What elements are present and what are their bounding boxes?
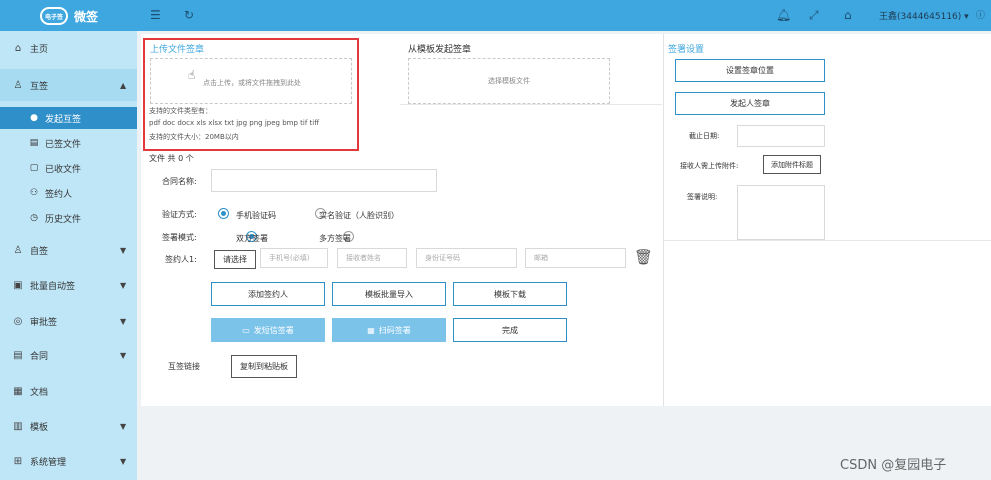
template-icon: ▥ [13, 420, 23, 432]
caret-down-icon: ▼ [120, 421, 127, 431]
verify-face-label: 实名验证（人脸识别） [319, 211, 399, 220]
sidebar-item-contract[interactable]: ▤ 合同 ▼ [0, 343, 137, 367]
sidebar-item-template[interactable]: ▥ 模板 ▼ [0, 414, 137, 438]
mode-label: 签署模式: [162, 233, 197, 242]
users-icon: ⚇ [29, 188, 39, 198]
file-count: 文件 共 0 个 [149, 154, 194, 163]
initiator-sign-button[interactable]: 发起人签章 [675, 92, 825, 115]
sidebar-sub-signers[interactable]: ⚇ 签约人 [0, 183, 137, 203]
contract-name-input[interactable] [211, 169, 437, 192]
batch-import-button[interactable]: 模板批量导入 [332, 282, 446, 306]
top-bar: 电子签 微签 ☰ ↻ 🔔︎ ⤢ ⌂ 王鑫(3444645116) ▾ ⓘ [0, 0, 991, 31]
done-button[interactable]: 完成 [453, 318, 567, 342]
id-number-input[interactable]: 身份证号码 [416, 248, 517, 268]
attach-label: 接收人需上传附件: [680, 162, 739, 170]
sidebar-item-document[interactable]: ▦ 文档 [0, 379, 137, 403]
info-icon[interactable]: ⓘ [976, 9, 985, 23]
seal-icon: ♙ [13, 79, 23, 91]
menu-toggle-icon[interactable]: ☰ [150, 8, 161, 22]
add-attachment-button[interactable]: 添加附件标题 [763, 155, 821, 174]
user-icon: ● [30, 113, 38, 123]
signer-label: 签约人1: [165, 255, 197, 264]
sidebar-sub-received-files[interactable]: ▢ 已收文件 [0, 158, 137, 178]
sidebar-item-self-sign[interactable]: ♙ 自签 ▼ [0, 238, 137, 262]
mode-two-party-label: 双方签署 [236, 234, 268, 243]
caret-down-icon: ▼ [120, 456, 127, 466]
batch-icon: ▣ [13, 279, 23, 291]
sidebar-item-home[interactable]: ⌂ 主页 [0, 36, 137, 60]
choose-signer-button[interactable]: 请选择 [214, 250, 256, 269]
settings-title: 签署设置 [668, 45, 705, 55]
verify-label: 验证方式: [162, 210, 197, 219]
template-download-button[interactable]: 模板下载 [453, 282, 567, 306]
note-textarea[interactable] [737, 185, 825, 240]
receiver-name-input[interactable]: 接收者姓名 [337, 248, 407, 268]
caret-up-icon: ▲ [120, 80, 127, 90]
document-icon: ▤ [29, 138, 39, 148]
caret-down-icon: ▼ [120, 245, 127, 255]
template-select[interactable]: 选择模板文件 [408, 58, 610, 104]
sidebar-sub-signed-files[interactable]: ▤ 已签文件 [0, 133, 137, 153]
email-input[interactable]: 邮箱 [525, 248, 626, 268]
highlight-box [143, 38, 359, 151]
logo-icon: 电子签 [40, 7, 68, 25]
sidebar-item-system[interactable]: ⊞ 系统管理 ▼ [0, 449, 137, 473]
sidebar-sub-initiate[interactable]: ● 发起互签 [0, 107, 137, 129]
copy-link-button[interactable]: 复制到粘贴板 [231, 355, 297, 378]
caret-down-icon: ▼ [120, 350, 127, 360]
sms-sign-button[interactable]: ▭ 发短信签署 [211, 318, 325, 342]
refresh-icon[interactable]: ↻ [184, 8, 194, 22]
link-label: 互签链接 [168, 362, 200, 371]
qr-icon: ▦ [367, 325, 375, 335]
contract-name-label: 合同名称: [162, 177, 197, 186]
deadline-label: 截止日期: [689, 132, 720, 140]
logo-text: 微签 [74, 9, 99, 24]
sidebar-item-mutual-sign[interactable]: ♙ 互签 ▲ [0, 69, 137, 101]
user-menu[interactable]: 王鑫(3444645116) ▾ [879, 9, 969, 22]
set-position-button[interactable]: 设置签章位置 [675, 59, 825, 82]
logo[interactable]: 电子签 微签 [40, 6, 98, 26]
sms-icon: ▭ [242, 325, 250, 335]
grid-icon: ⊞ [13, 455, 23, 467]
verify-sms-radio[interactable] [218, 208, 229, 219]
verify-sms-label: 手机验证码 [236, 211, 276, 220]
home-icon: ⌂ [14, 42, 22, 54]
caret-down-icon: ▼ [120, 316, 127, 326]
qr-sign-button[interactable]: ▦ 扫码签署 [332, 318, 446, 342]
watermark: CSDN @复园电子 [840, 458, 947, 473]
mode-multi-party-label: 多方签署 [319, 234, 351, 243]
bell-icon[interactable]: 🔔︎ [776, 8, 791, 22]
approval-icon: ◎ [13, 315, 23, 327]
phone-input[interactable]: 手机号(必填) [260, 248, 328, 268]
sidebar-sub-history[interactable]: ◷ 历史文件 [0, 208, 137, 228]
sidebar-item-approval-sign[interactable]: ◎ 审批签 ▼ [0, 309, 137, 333]
document-icon: ▦ [13, 385, 23, 397]
deadline-input[interactable] [737, 125, 825, 147]
divider [663, 240, 991, 241]
fullscreen-icon[interactable]: ⤢ [809, 8, 819, 22]
settings-panel [663, 34, 991, 406]
template-title: 从模板发起签章 [408, 45, 472, 55]
home-icon[interactable]: ⌂ [844, 8, 852, 22]
file-icon: ▢ [29, 163, 39, 173]
sidebar-item-batch-sign[interactable]: ▣ 批量自动签 ▼ [0, 273, 137, 297]
note-label: 签署说明: [687, 193, 718, 201]
caret-down-icon: ▼ [120, 280, 127, 290]
contract-icon: ▤ [13, 349, 23, 361]
add-signer-button[interactable]: 添加签约人 [211, 282, 325, 306]
seal-icon: ♙ [13, 244, 23, 256]
trash-icon[interactable]: 🗑︎ [634, 249, 653, 265]
clock-icon: ◷ [30, 213, 38, 223]
divider [400, 104, 662, 105]
